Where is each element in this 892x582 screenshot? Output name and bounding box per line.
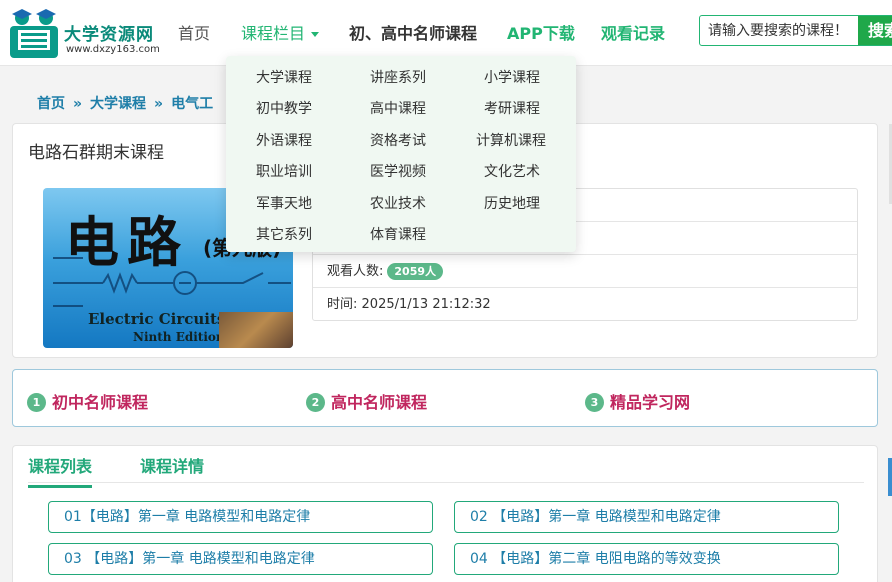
lesson-item[interactable]: 04 【电路】第二章 电阻电路的等效变换 xyxy=(454,543,839,575)
nav-app-download[interactable]: APP下载 xyxy=(507,20,575,44)
breadcrumb-separator: » xyxy=(154,96,164,112)
breadcrumb-university[interactable]: 大学课程 xyxy=(90,96,146,112)
side-float-button[interactable] xyxy=(888,458,892,496)
dropdown-item[interactable]: 小学课程 xyxy=(484,67,540,87)
link-label: 高中名师课程 xyxy=(331,393,428,412)
search-box: 搜索 xyxy=(699,15,892,46)
dropdown-item[interactable]: 军事天地 xyxy=(256,193,312,213)
lesson-item[interactable]: 03 【电路】第一章 电路模型和电路定律 xyxy=(48,543,433,575)
cover-photo xyxy=(219,312,293,348)
breadcrumb-separator: » xyxy=(73,96,83,112)
tab-divider xyxy=(28,482,864,483)
nav-home[interactable]: 首页 xyxy=(178,20,210,44)
views-badge: 2059人 xyxy=(387,263,444,280)
related-links-card: 1 初中名师课程 2 高中名师课程 3 精品学习网 xyxy=(12,369,878,427)
dropdown-item[interactable]: 初中教学 xyxy=(256,98,312,118)
info-row-time: 时间: 2025/1/13 21:12:32 xyxy=(313,288,857,321)
dropdown-item[interactable]: 医学视频 xyxy=(370,161,426,181)
course-title: 电路石群期末课程 xyxy=(28,143,164,163)
breadcrumb-home[interactable]: 首页 xyxy=(37,96,65,112)
time-value: 2025/1/13 21:12:32 xyxy=(361,297,491,312)
dropdown-item[interactable]: 职业培训 xyxy=(256,161,312,181)
dropdown-item[interactable]: 文化艺术 xyxy=(484,161,540,181)
logo-title: 大学资源网 xyxy=(64,25,154,45)
dropdown-item[interactable]: 体育课程 xyxy=(370,224,426,244)
chevron-down-icon xyxy=(311,32,320,37)
breadcrumb: 首页 » 大学课程 » 电气工 xyxy=(37,93,213,113)
link-label: 精品学习网 xyxy=(610,393,691,412)
site-logo[interactable]: 大学资源网 www.dxzy163.com xyxy=(8,6,168,60)
number-badge: 2 xyxy=(306,393,325,412)
nav-course-column-label: 课程栏目 xyxy=(241,24,306,43)
dropdown-item[interactable]: 历史地理 xyxy=(484,193,540,213)
cover-title: 电路 xyxy=(65,210,189,274)
link-label: 初中名师课程 xyxy=(52,393,149,412)
info-row-views: 观看人数: 2059人 xyxy=(313,255,857,288)
views-label: 观看人数: xyxy=(327,264,384,279)
nav-watch-history[interactable]: 观看记录 xyxy=(601,20,665,44)
lesson-item[interactable]: 02 【电路】第一章 电路模型和电路定律 xyxy=(454,501,839,533)
link-senior-teachers[interactable]: 2 高中名师课程 xyxy=(306,389,427,413)
nav-course-column[interactable]: 课程栏目 xyxy=(241,20,320,44)
number-badge: 1 xyxy=(27,393,46,412)
dropdown-item[interactable]: 讲座系列 xyxy=(370,67,426,87)
tab-course-detail[interactable]: 课程详情 xyxy=(140,453,204,485)
nav-famous-teachers[interactable]: 初、高中名师课程 xyxy=(349,20,477,44)
dropdown-item[interactable]: 大学课程 xyxy=(256,67,312,87)
dropdown-item[interactable]: 其它系列 xyxy=(256,224,312,244)
lesson-item[interactable]: 01【电路】第一章 电路模型和电路定律 xyxy=(48,501,433,533)
link-junior-teachers[interactable]: 1 初中名师课程 xyxy=(27,389,148,413)
dropdown-item[interactable]: 高中课程 xyxy=(370,98,426,118)
course-column-dropdown: 大学课程 讲座系列 小学课程 初中教学 高中课程 考研课程 外语课程 资格考试 … xyxy=(226,56,576,252)
course-list-card: 课程列表 课程详情 01【电路】第一章 电路模型和电路定律 02 【电路】第一章… xyxy=(12,445,878,582)
breadcrumb-electrical[interactable]: 电气工 xyxy=(171,96,213,112)
dropdown-item[interactable]: 考研课程 xyxy=(484,98,540,118)
dropdown-item[interactable]: 外语课程 xyxy=(256,130,312,150)
dropdown-item[interactable]: 资格考试 xyxy=(370,130,426,150)
logo-mark-icon xyxy=(10,9,58,58)
search-button[interactable]: 搜索 xyxy=(858,16,892,45)
logo-url: www.dxzy163.com xyxy=(66,44,160,55)
dropdown-item[interactable]: 计算机课程 xyxy=(476,130,546,150)
cover-english-title: Electric Circuits xyxy=(88,310,226,328)
dropdown-item[interactable]: 农业技术 xyxy=(370,193,426,213)
link-study-site[interactable]: 3 精品学习网 xyxy=(585,389,690,413)
cover-english-edition: Ninth Edition xyxy=(133,330,225,344)
time-label: 时间: xyxy=(327,297,358,312)
search-input[interactable] xyxy=(700,16,858,45)
number-badge: 3 xyxy=(585,393,604,412)
